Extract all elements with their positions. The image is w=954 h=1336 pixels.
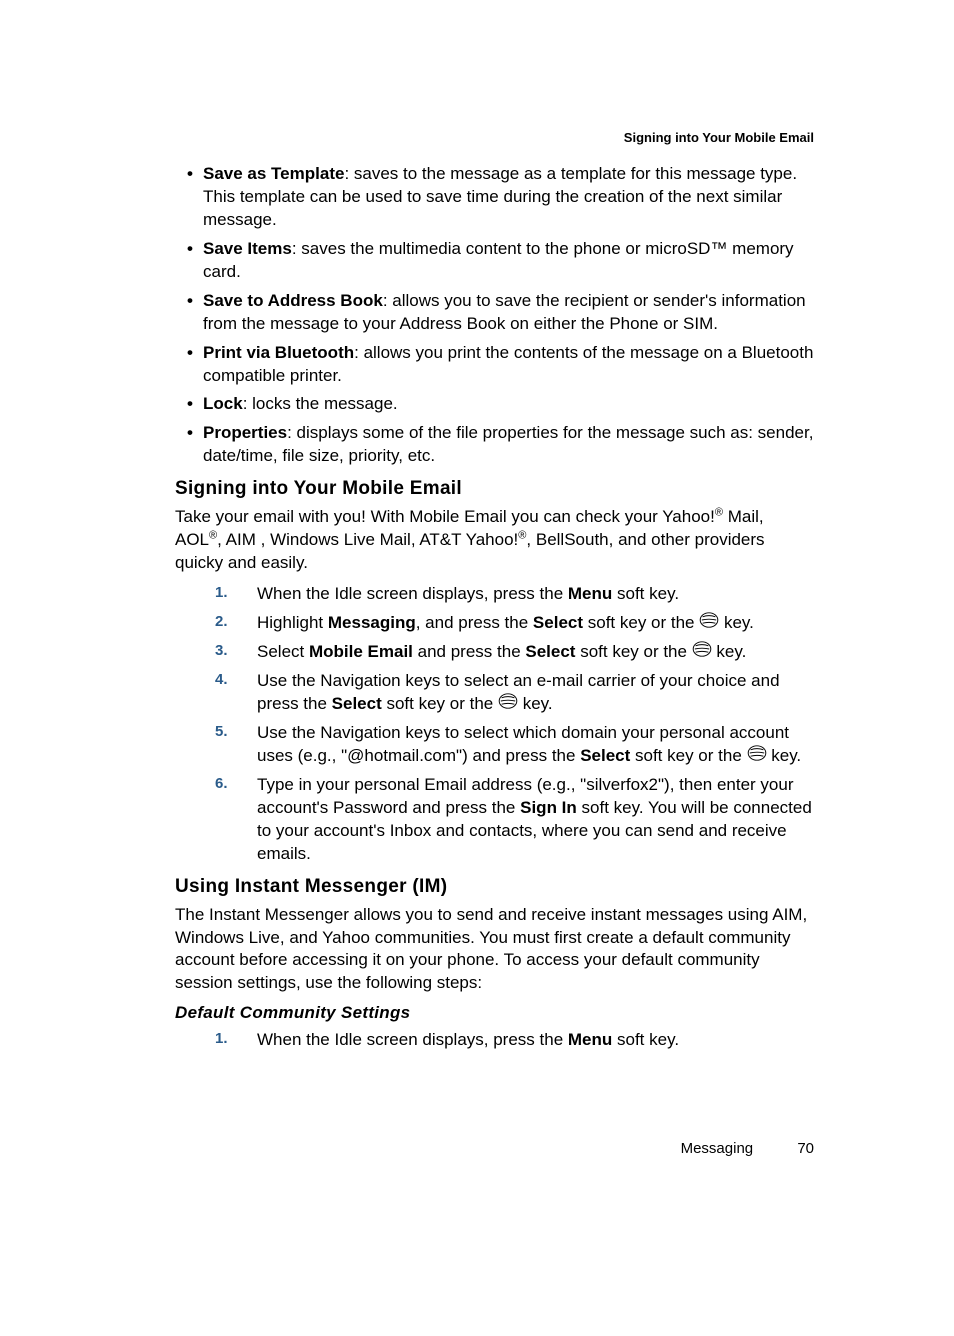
section2-intro: The Instant Messenger allows you to send… — [175, 904, 814, 996]
ok-key-icon — [498, 693, 518, 716]
list-item: Save Items: saves the multimedia content… — [175, 238, 814, 284]
step-number: 6. — [215, 774, 228, 794]
bullet-text: : saves the multimedia content to the ph… — [203, 239, 794, 281]
step-text: Select Mobile Email and press the Select… — [257, 642, 746, 661]
bullet-title: Properties — [203, 423, 287, 442]
list-item: Print via Bluetooth: allows you print th… — [175, 342, 814, 388]
page-footer: Messaging 70 — [681, 1140, 814, 1157]
reg-mark: ® — [209, 530, 217, 542]
running-header: Signing into Your Mobile Email — [175, 130, 814, 145]
intro-text: Take your email with you! With Mobile Em… — [175, 507, 715, 526]
bullet-title: Save Items — [203, 239, 292, 258]
list-item: Save to Address Book: allows you to save… — [175, 290, 814, 336]
step-text: Use the Navigation keys to select which … — [257, 723, 801, 765]
footer-chapter: Messaging — [681, 1140, 754, 1157]
step-text: When the Idle screen displays, press the… — [257, 584, 679, 603]
step-number: 3. — [215, 641, 228, 661]
section1-steps: 1. When the Idle screen displays, press t… — [175, 583, 814, 866]
list-item: Properties: displays some of the file pr… — [175, 422, 814, 468]
step-number: 2. — [215, 612, 228, 632]
step-number: 4. — [215, 670, 228, 690]
step-text: Use the Navigation keys to select an e-m… — [257, 671, 780, 713]
step-text: Highlight Messaging, and press the Selec… — [257, 613, 754, 632]
step-number: 1. — [215, 583, 228, 603]
bullet-title: Save as Template — [203, 164, 344, 183]
list-item: 1. When the Idle screen displays, press t… — [175, 583, 814, 606]
list-item: 6. Type in your personal Email address (e… — [175, 774, 814, 866]
list-item: 4. Use the Navigation keys to select an e… — [175, 670, 814, 716]
reg-mark: ® — [715, 507, 723, 519]
section-heading-im: Using Instant Messenger (IM) — [175, 876, 814, 898]
sub-heading-default-community: Default Community Settings — [175, 1003, 814, 1023]
list-item: 2. Highlight Messaging, and press the Sel… — [175, 612, 814, 635]
list-item: 1. When the Idle screen displays, press t… — [175, 1029, 814, 1052]
list-item: 3. Select Mobile Email and press the Sele… — [175, 641, 814, 664]
step-text: When the Idle screen displays, press the… — [257, 1030, 679, 1049]
intro-text: , AIM , Windows Live Mail, AT&T Yahoo! — [217, 530, 518, 549]
step-text: Type in your personal Email address (e.g… — [257, 775, 812, 863]
top-bullet-list: Save as Template: saves to the message a… — [175, 163, 814, 468]
step-number: 1. — [215, 1029, 228, 1049]
subsection-steps: 1. When the Idle screen displays, press t… — [175, 1029, 814, 1052]
ok-key-icon — [692, 641, 712, 664]
bullet-title: Save to Address Book — [203, 291, 383, 310]
footer-page-number: 70 — [797, 1140, 814, 1157]
list-item: 5. Use the Navigation keys to select whic… — [175, 722, 814, 768]
ok-key-icon — [699, 612, 719, 635]
bullet-title: Lock — [203, 394, 243, 413]
list-item: Lock: locks the message. — [175, 393, 814, 416]
list-item: Save as Template: saves to the message a… — [175, 163, 814, 232]
bullet-text: : locks the message. — [243, 394, 398, 413]
section-heading-signing-in: Signing into Your Mobile Email — [175, 478, 814, 500]
section1-intro: Take your email with you! With Mobile Em… — [175, 506, 814, 575]
ok-key-icon — [747, 745, 767, 768]
step-number: 5. — [215, 722, 228, 742]
bullet-title: Print via Bluetooth — [203, 343, 354, 362]
bullet-text: : displays some of the file properties f… — [203, 423, 813, 465]
